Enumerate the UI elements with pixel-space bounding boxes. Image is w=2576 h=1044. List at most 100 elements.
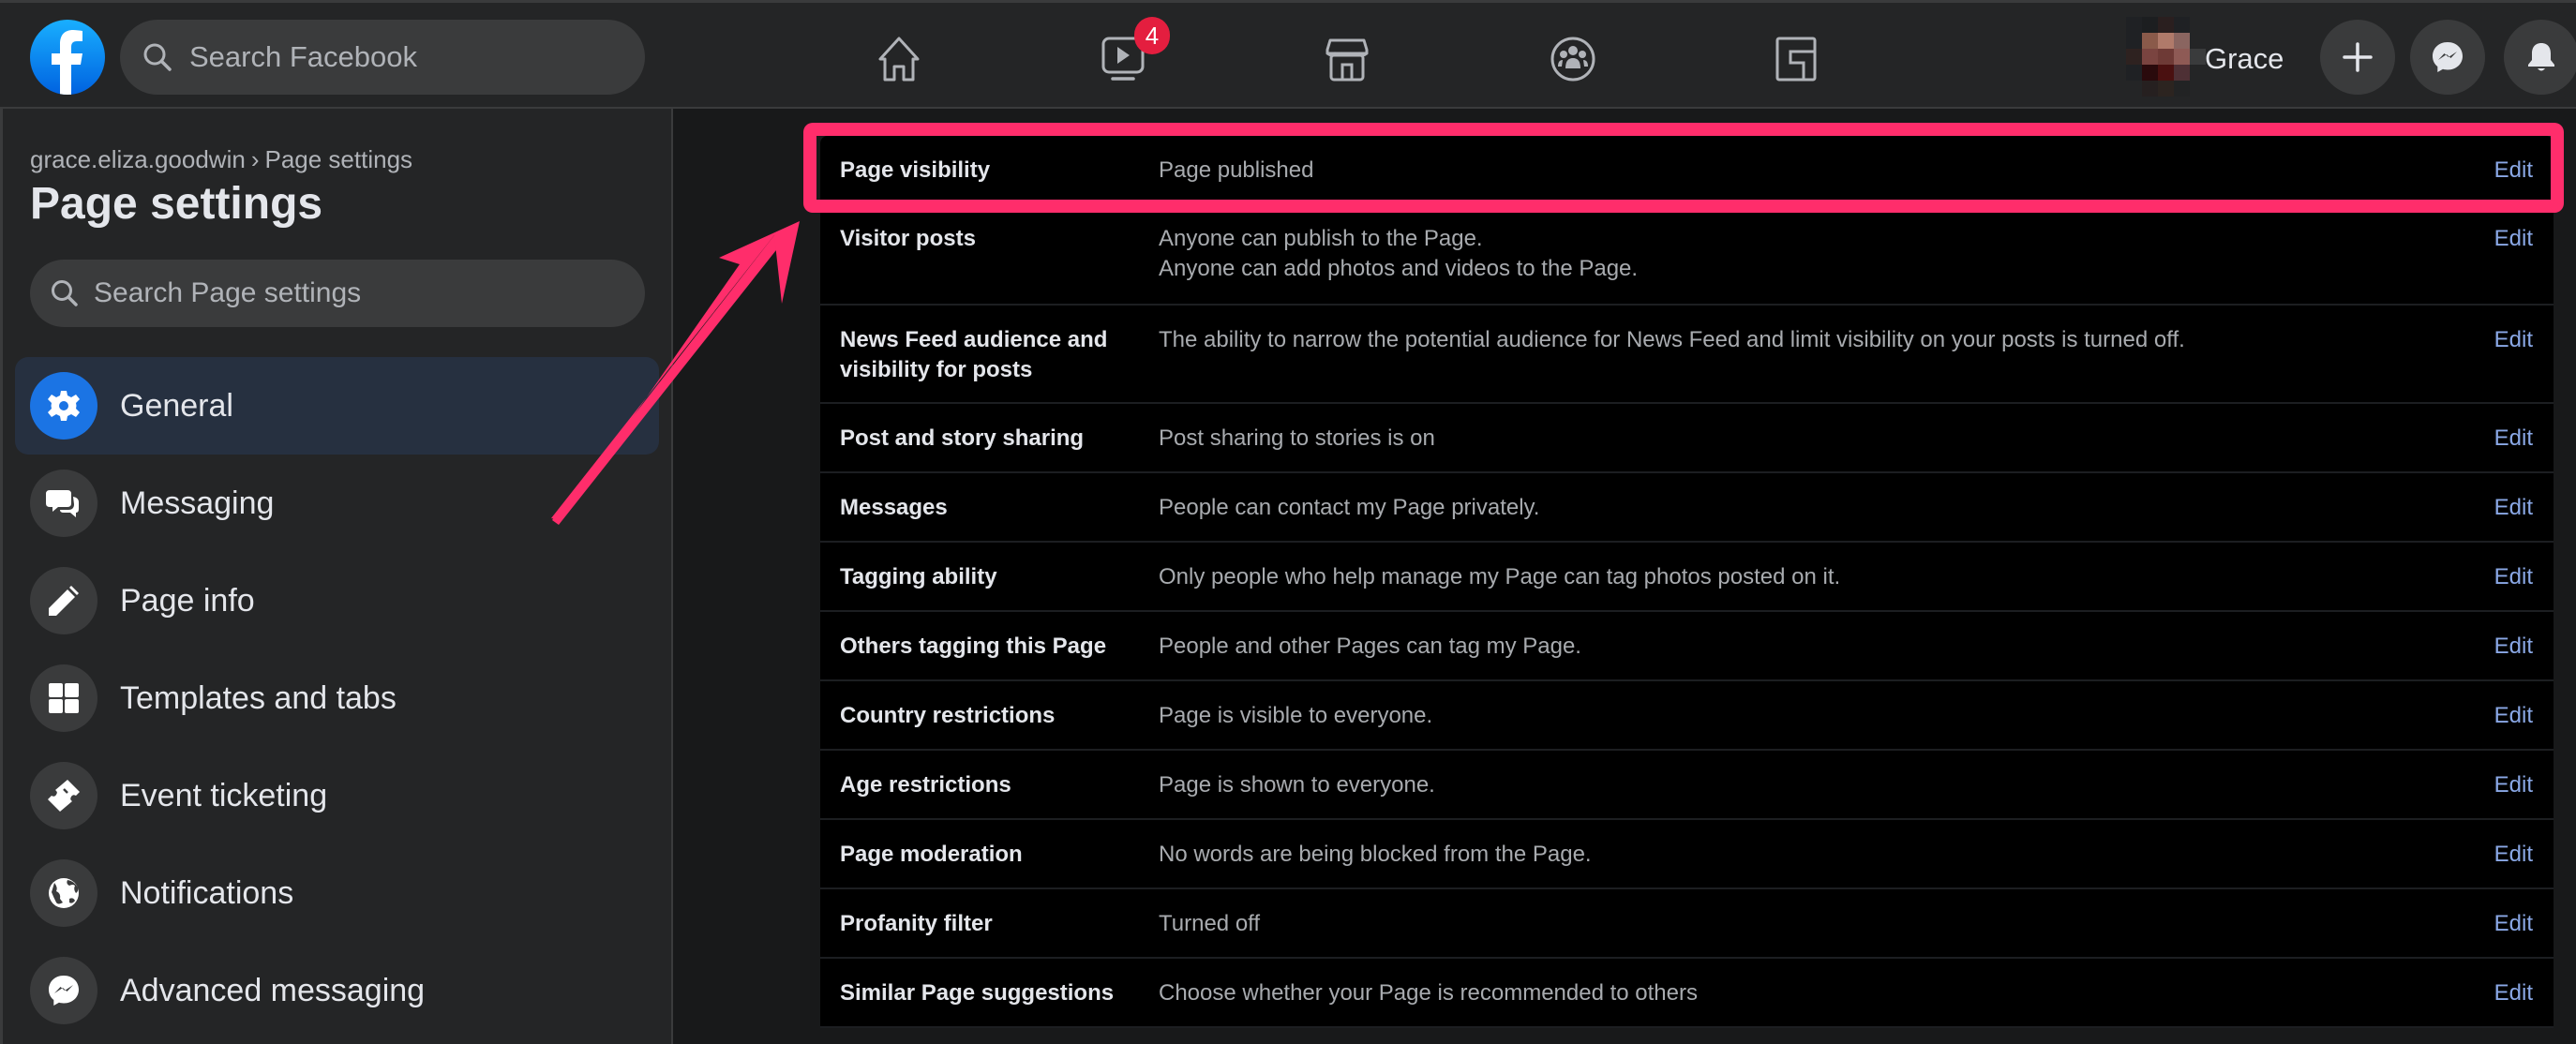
- settings-row[interactable]: Page moderation No words are being blocke…: [820, 820, 2554, 889]
- breadcrumb-separator: ›: [250, 145, 260, 173]
- edit-link[interactable]: Edit: [2494, 424, 2533, 454]
- sidebar-item-messaging[interactable]: Messaging: [15, 455, 659, 552]
- settings-row[interactable]: Visitor posts Anyone can publish to the P…: [820, 204, 2554, 306]
- edit-link[interactable]: Edit: [2494, 701, 2533, 731]
- setting-description: People can contact my Page privately.: [1159, 493, 1539, 523]
- setting-label: Visitor posts: [840, 226, 976, 251]
- marketplace-icon: [1325, 38, 1369, 82]
- user-avatar[interactable]: [2126, 17, 2206, 97]
- setting-label: Similar Page suggestions: [840, 980, 1115, 1006]
- sidebar-item-label: Page info: [120, 582, 255, 619]
- page-title: Page settings: [30, 179, 323, 229]
- edit-link[interactable]: Edit: [2494, 325, 2533, 355]
- messenger-icon: [2433, 42, 2463, 72]
- edit-link[interactable]: Edit: [2494, 770, 2533, 800]
- setting-description-line: No words are being blocked from the Page…: [1159, 842, 1592, 867]
- gaming-icon: [1775, 37, 1817, 82]
- edit-link[interactable]: Edit: [2494, 224, 2533, 254]
- settings-row[interactable]: Page visibility Page published Edit: [820, 136, 2554, 204]
- home-icon: [878, 37, 920, 82]
- setting-label: Tagging ability: [840, 564, 997, 589]
- setting-description: People and other Pages can tag my Page.: [1159, 632, 1581, 662]
- nav-marketplace-button[interactable]: [1323, 35, 1371, 83]
- setting-label: News Feed audience and visibility for po…: [840, 327, 1108, 382]
- user-name[interactable]: Grace: [2205, 42, 2284, 76]
- setting-label: Age restrictions: [840, 772, 1011, 798]
- sidebar-item-templates-and-tabs[interactable]: Templates and tabs: [15, 649, 659, 747]
- sidebar-item-event-ticketing[interactable]: Event ticketing: [15, 747, 659, 844]
- breadcrumb-parent-link[interactable]: grace.eliza.goodwin: [30, 145, 246, 173]
- edit-link[interactable]: Edit: [2494, 156, 2533, 186]
- settings-search-bar[interactable]: [30, 260, 645, 327]
- facebook-search-bar[interactable]: [120, 20, 645, 95]
- setting-description: The ability to narrow the potential audi…: [1159, 325, 2185, 355]
- messenger-icon: [49, 976, 79, 1006]
- setting-description: Page is shown to everyone.: [1159, 770, 1435, 800]
- setting-description: No words are being blocked from the Page…: [1159, 840, 1592, 870]
- sidebar-item-label: Notifications: [120, 874, 294, 911]
- messenger-button[interactable]: [2410, 20, 2485, 95]
- setting-description-line: People and other Pages can tag my Page.: [1159, 634, 1581, 659]
- settings-row[interactable]: Country restrictions Page is visible to e…: [820, 681, 2554, 751]
- facebook-search-input[interactable]: [187, 39, 622, 75]
- setting-description-line: The ability to narrow the potential audi…: [1159, 327, 2185, 352]
- globe-icon: [49, 878, 79, 908]
- edit-link[interactable]: Edit: [2494, 562, 2533, 592]
- setting-description: Anyone can publish to the Page. Anyone ca…: [1159, 224, 1638, 284]
- edit-link[interactable]: Edit: [2494, 840, 2533, 870]
- setting-description-line: Post sharing to stories is on: [1159, 425, 1435, 451]
- sidebar-item-advanced-messaging[interactable]: Advanced messaging: [15, 942, 659, 1039]
- sidebar-item-label: General: [120, 387, 233, 424]
- search-icon: [143, 43, 172, 71]
- settings-row[interactable]: Profanity filter Turned off Edit: [820, 889, 2554, 959]
- setting-description-line: Choose whether your Page is recommended …: [1159, 980, 1698, 1006]
- search-icon: [52, 280, 78, 306]
- settings-row[interactable]: Tagging ability Only people who help mana…: [820, 543, 2554, 612]
- setting-label: Messages: [840, 495, 948, 520]
- setting-description-line: People can contact my Page privately.: [1159, 495, 1540, 520]
- sidebar-item-label: Templates and tabs: [120, 679, 397, 716]
- create-button[interactable]: [2320, 20, 2395, 95]
- setting-label: Page moderation: [840, 842, 1023, 867]
- facebook-logo-icon[interactable]: [30, 20, 105, 95]
- top-navbar: 4 Grace: [0, 0, 2576, 109]
- groups-icon: [1550, 37, 1595, 82]
- general-settings-table: Page visibility Page published Edit Visitor…: [820, 136, 2554, 1028]
- settings-row[interactable]: Similar Page suggestions Choose whether y…: [820, 959, 2554, 1028]
- setting-description: Turned off: [1159, 909, 1260, 939]
- setting-description: Page published: [1159, 156, 1313, 186]
- nav-home-button[interactable]: [875, 35, 923, 83]
- nav-groups-button[interactable]: [1549, 35, 1597, 83]
- sidebar-item-general[interactable]: General: [15, 357, 659, 455]
- settings-row[interactable]: Age restrictions Page is shown to everyon…: [820, 751, 2554, 820]
- ticket-icon: [48, 780, 80, 812]
- sidebar-item-label: Messaging: [120, 485, 275, 521]
- bell-icon: [2528, 43, 2554, 71]
- setting-label: Others tagging this Page: [840, 634, 1107, 659]
- breadcrumb-current: Page settings: [264, 145, 413, 173]
- setting-description-line: Anyone can add photos and videos to the …: [1159, 256, 1639, 281]
- setting-description-line: Anyone can publish to the Page.: [1159, 226, 1483, 251]
- plus-icon: [2343, 42, 2373, 72]
- nav-gaming-button[interactable]: [1772, 35, 1820, 83]
- setting-description: Page is visible to everyone.: [1159, 701, 1432, 731]
- edit-link[interactable]: Edit: [2494, 493, 2533, 523]
- settings-row[interactable]: Messages People can contact my Page priva…: [820, 473, 2554, 543]
- grid-icon: [49, 683, 79, 713]
- setting-description: Choose whether your Page is recommended …: [1159, 978, 1698, 1008]
- sidebar-item-label: Advanced messaging: [120, 972, 426, 1008]
- edit-link[interactable]: Edit: [2494, 632, 2533, 662]
- sidebar-item-page-info[interactable]: Page info: [15, 552, 659, 649]
- notifications-button[interactable]: [2504, 20, 2576, 95]
- settings-row[interactable]: News Feed audience and visibility for po…: [820, 306, 2554, 404]
- edit-link[interactable]: Edit: [2494, 909, 2533, 939]
- setting-description-line: Page is shown to everyone.: [1159, 772, 1435, 798]
- settings-row[interactable]: Others tagging this Page People and other…: [820, 612, 2554, 681]
- edit-link[interactable]: Edit: [2494, 978, 2533, 1008]
- settings-search-input[interactable]: [92, 276, 621, 310]
- settings-row[interactable]: Post and story sharing Post sharing to st…: [820, 404, 2554, 473]
- chat-bubbles-icon: [46, 490, 79, 517]
- setting-description-line: Only people who help manage my Page can …: [1159, 564, 1841, 589]
- setting-description: Only people who help manage my Page can …: [1159, 562, 1840, 592]
- sidebar-item-notifications[interactable]: Notifications: [15, 844, 659, 942]
